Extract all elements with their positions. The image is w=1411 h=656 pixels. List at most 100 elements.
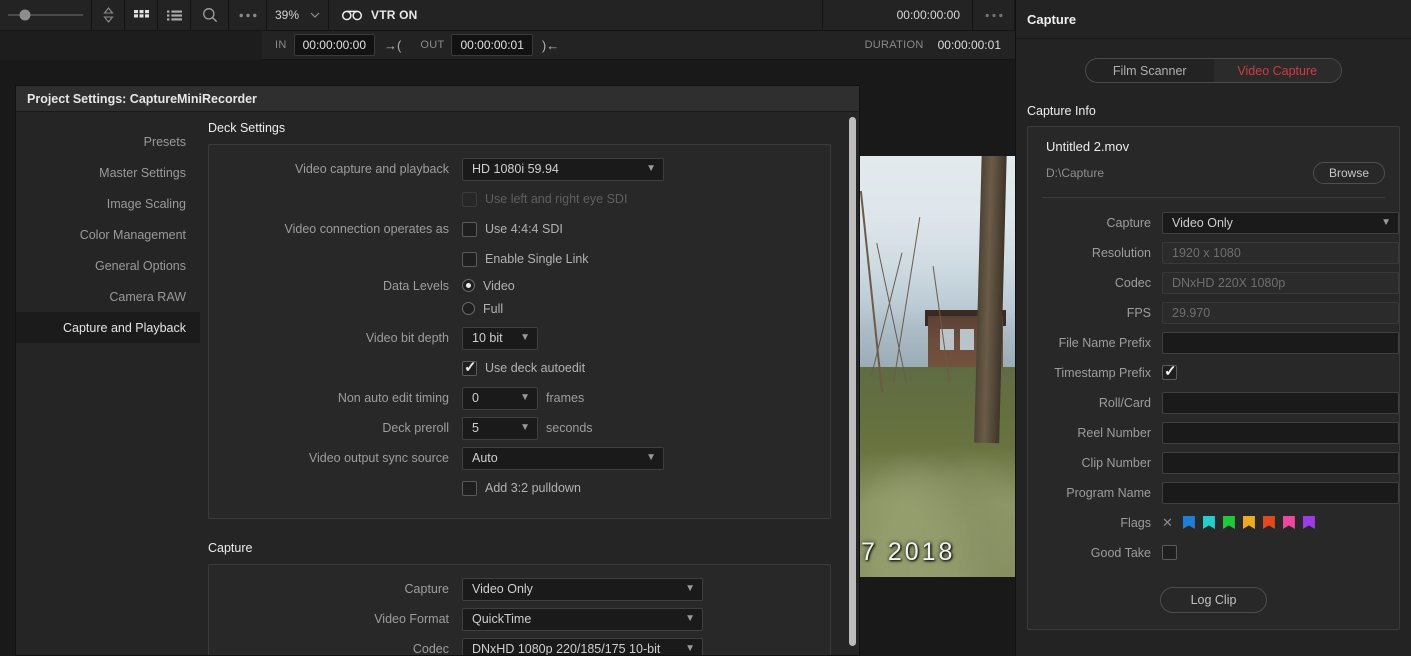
row-non-auto-edit-timing: Non auto edit timing 0 ▼ frames [209, 384, 830, 412]
sidebar-item-presets[interactable]: Presets [16, 126, 200, 157]
vtr-reel-icon [341, 10, 363, 21]
search-button[interactable] [191, 0, 229, 31]
tab-film-scanner[interactable]: Film Scanner [1086, 59, 1214, 82]
duration-label: DURATION [864, 39, 924, 51]
input-codec: DNxHD 220X 1080p [1162, 271, 1399, 294]
flag-green[interactable] [1222, 516, 1235, 529]
label-use-deck-autoedit: Use deck autoedit [485, 361, 586, 375]
thumbnail-size-slider[interactable] [0, 0, 92, 31]
row-video-capture-playback: Video capture and playback HD 1080i 59.9… [209, 155, 830, 183]
flag-cyan[interactable] [1202, 516, 1215, 529]
mark-out-icon[interactable]: )← [542, 38, 559, 53]
flag-blue[interactable] [1182, 516, 1195, 529]
clear-flag-button[interactable]: ✕ [1162, 515, 1173, 531]
row-video-output-sync-source: Video output sync source Auto ▼ [209, 444, 830, 472]
input-program-name[interactable] [1162, 481, 1399, 504]
row-good-take: Good Take [1028, 540, 1399, 565]
project-settings-dialog: Project Settings: CaptureMiniRecorder Pr… [15, 85, 860, 656]
select-capture-mode[interactable]: Video Only ▼ [462, 577, 703, 601]
overflow-menu-icon [985, 13, 1003, 18]
select-video-bit-depth[interactable]: 10 bit ▼ [462, 326, 538, 350]
label-video-output-sync-source: Video output sync source [308, 451, 449, 465]
control-use-lr-eye-sdi: Use left and right eye SDI [462, 191, 627, 207]
control-data-levels-full: Full [462, 302, 503, 316]
settings-scrollbar-thumb[interactable] [849, 117, 856, 646]
dialog-title: Project Settings: CaptureMiniRecorder [16, 86, 859, 112]
current-timecode[interactable]: 00:00:00:00 [823, 0, 973, 31]
sort-order-button[interactable] [92, 0, 125, 31]
select-video-format[interactable]: QuickTime ▼ [462, 607, 703, 631]
mark-in-icon[interactable]: →( [384, 38, 401, 53]
label-flags: Flags [1120, 515, 1151, 530]
grid-view-button[interactable] [125, 0, 158, 31]
label-clip-number: Clip Number [1081, 455, 1151, 470]
sidebar-item-image-scaling[interactable]: Image Scaling [16, 188, 200, 219]
sidebar-item-capture-and-playback[interactable]: Capture and Playback [16, 312, 200, 343]
vtr-status-label: VTR ON [371, 8, 418, 22]
checkbox-timestamp-prefix[interactable] [1162, 362, 1177, 380]
input-file-name-prefix[interactable] [1162, 331, 1399, 354]
select-video-capture-playback[interactable]: HD 1080i 59.94 ▼ [462, 157, 664, 181]
in-timecode-input[interactable]: 00:00:00:00 [293, 34, 376, 56]
out-timecode-input[interactable]: 00:00:00:01 [451, 34, 533, 56]
browse-button[interactable]: Browse [1312, 162, 1385, 184]
sidebar-item-master-settings[interactable]: Master Settings [16, 157, 200, 188]
row-flags: Flags ✕ [1028, 510, 1399, 535]
input-clip-number[interactable] [1162, 451, 1399, 474]
slider-track[interactable] [8, 9, 83, 21]
chevron-down-icon [310, 12, 320, 18]
row-resolution: Resolution 1920 x 1080 [1028, 240, 1399, 265]
more-options-button[interactable] [229, 0, 267, 31]
deck-settings-group: Video capture and playback HD 1080i 59.9… [208, 144, 831, 519]
checkbox-add-32-pulldown[interactable] [462, 480, 477, 496]
video-preview: 7 2018 [859, 156, 1015, 577]
select-capture-mode[interactable]: Video Only ▼ [1162, 211, 1399, 234]
list-view-button[interactable] [158, 0, 191, 31]
slider-knob[interactable] [19, 9, 30, 21]
sidebar-item-color-management[interactable]: Color Management [16, 219, 200, 250]
row-deck-preroll: Deck preroll 5 ▼ seconds [209, 414, 830, 442]
flag-purple[interactable] [1302, 516, 1315, 529]
label-roll-card: Roll/Card [1098, 395, 1151, 410]
row-add-32-pulldown: Add 3:2 pulldown [209, 474, 830, 502]
checkbox-use-444-sdi[interactable] [462, 221, 477, 237]
label-program-name: Program Name [1066, 485, 1151, 500]
chevron-down-icon: ▼ [520, 392, 530, 403]
select-value-video-output-sync-source: Auto [472, 451, 498, 465]
settings-scrollbar[interactable] [849, 117, 856, 651]
zoom-level-dropdown[interactable]: 39% [267, 0, 329, 31]
label-codec: Codec [412, 642, 449, 656]
flag-yellow[interactable] [1242, 516, 1255, 529]
radio-data-levels-video[interactable] [462, 279, 475, 292]
checkbox-use-deck-autoedit[interactable] [462, 358, 477, 376]
checkbox-enable-single-link[interactable] [462, 251, 477, 267]
label-video-capture-playback: Video capture and playback [294, 162, 449, 176]
flag-pink[interactable] [1282, 516, 1295, 529]
select-codec[interactable]: DNxHD 1080p 220/185/175 10-bit ▼ [462, 637, 703, 655]
overflow-menu-button[interactable] [973, 0, 1015, 31]
flag-red[interactable] [1262, 516, 1275, 529]
label-add-32-pulldown: Add 3:2 pulldown [485, 481, 581, 495]
radio-data-levels-full[interactable] [462, 302, 475, 315]
capture-info-box: Untitled 2.mov D:\Capture Browse Capture… [1027, 126, 1400, 630]
select-deck-preroll[interactable]: 5 ▼ [462, 416, 538, 440]
search-icon [202, 7, 218, 23]
input-reel-number[interactable] [1162, 421, 1399, 444]
out-label: OUT [420, 39, 445, 51]
checkbox-good-take[interactable] [1162, 545, 1177, 560]
in-out-bar: IN 00:00:00:00 →( OUT 00:00:00:01 )← DUR… [262, 31, 1015, 60]
log-clip-button[interactable]: Log Clip [1160, 587, 1267, 613]
capture-file-name: Untitled 2.mov [1046, 139, 1130, 154]
select-non-auto-edit-timing[interactable]: 0 ▼ [462, 386, 538, 410]
sidebar-item-general-options[interactable]: General Options [16, 250, 200, 281]
label-video-format: Video Format [374, 612, 449, 626]
vtr-status-indicator[interactable]: VTR ON [329, 0, 823, 31]
chevron-down-icon: ▼ [646, 163, 656, 174]
label-file-name-prefix: File Name Prefix [1058, 335, 1151, 350]
label-enable-single-link: Enable Single Link [485, 252, 589, 266]
sidebar-item-camera-raw[interactable]: Camera RAW [16, 281, 200, 312]
select-video-output-sync-source[interactable]: Auto ▼ [462, 446, 664, 470]
input-roll-card[interactable] [1162, 391, 1399, 414]
tab-video-capture[interactable]: Video Capture [1213, 59, 1341, 82]
more-options-icon [239, 13, 257, 18]
